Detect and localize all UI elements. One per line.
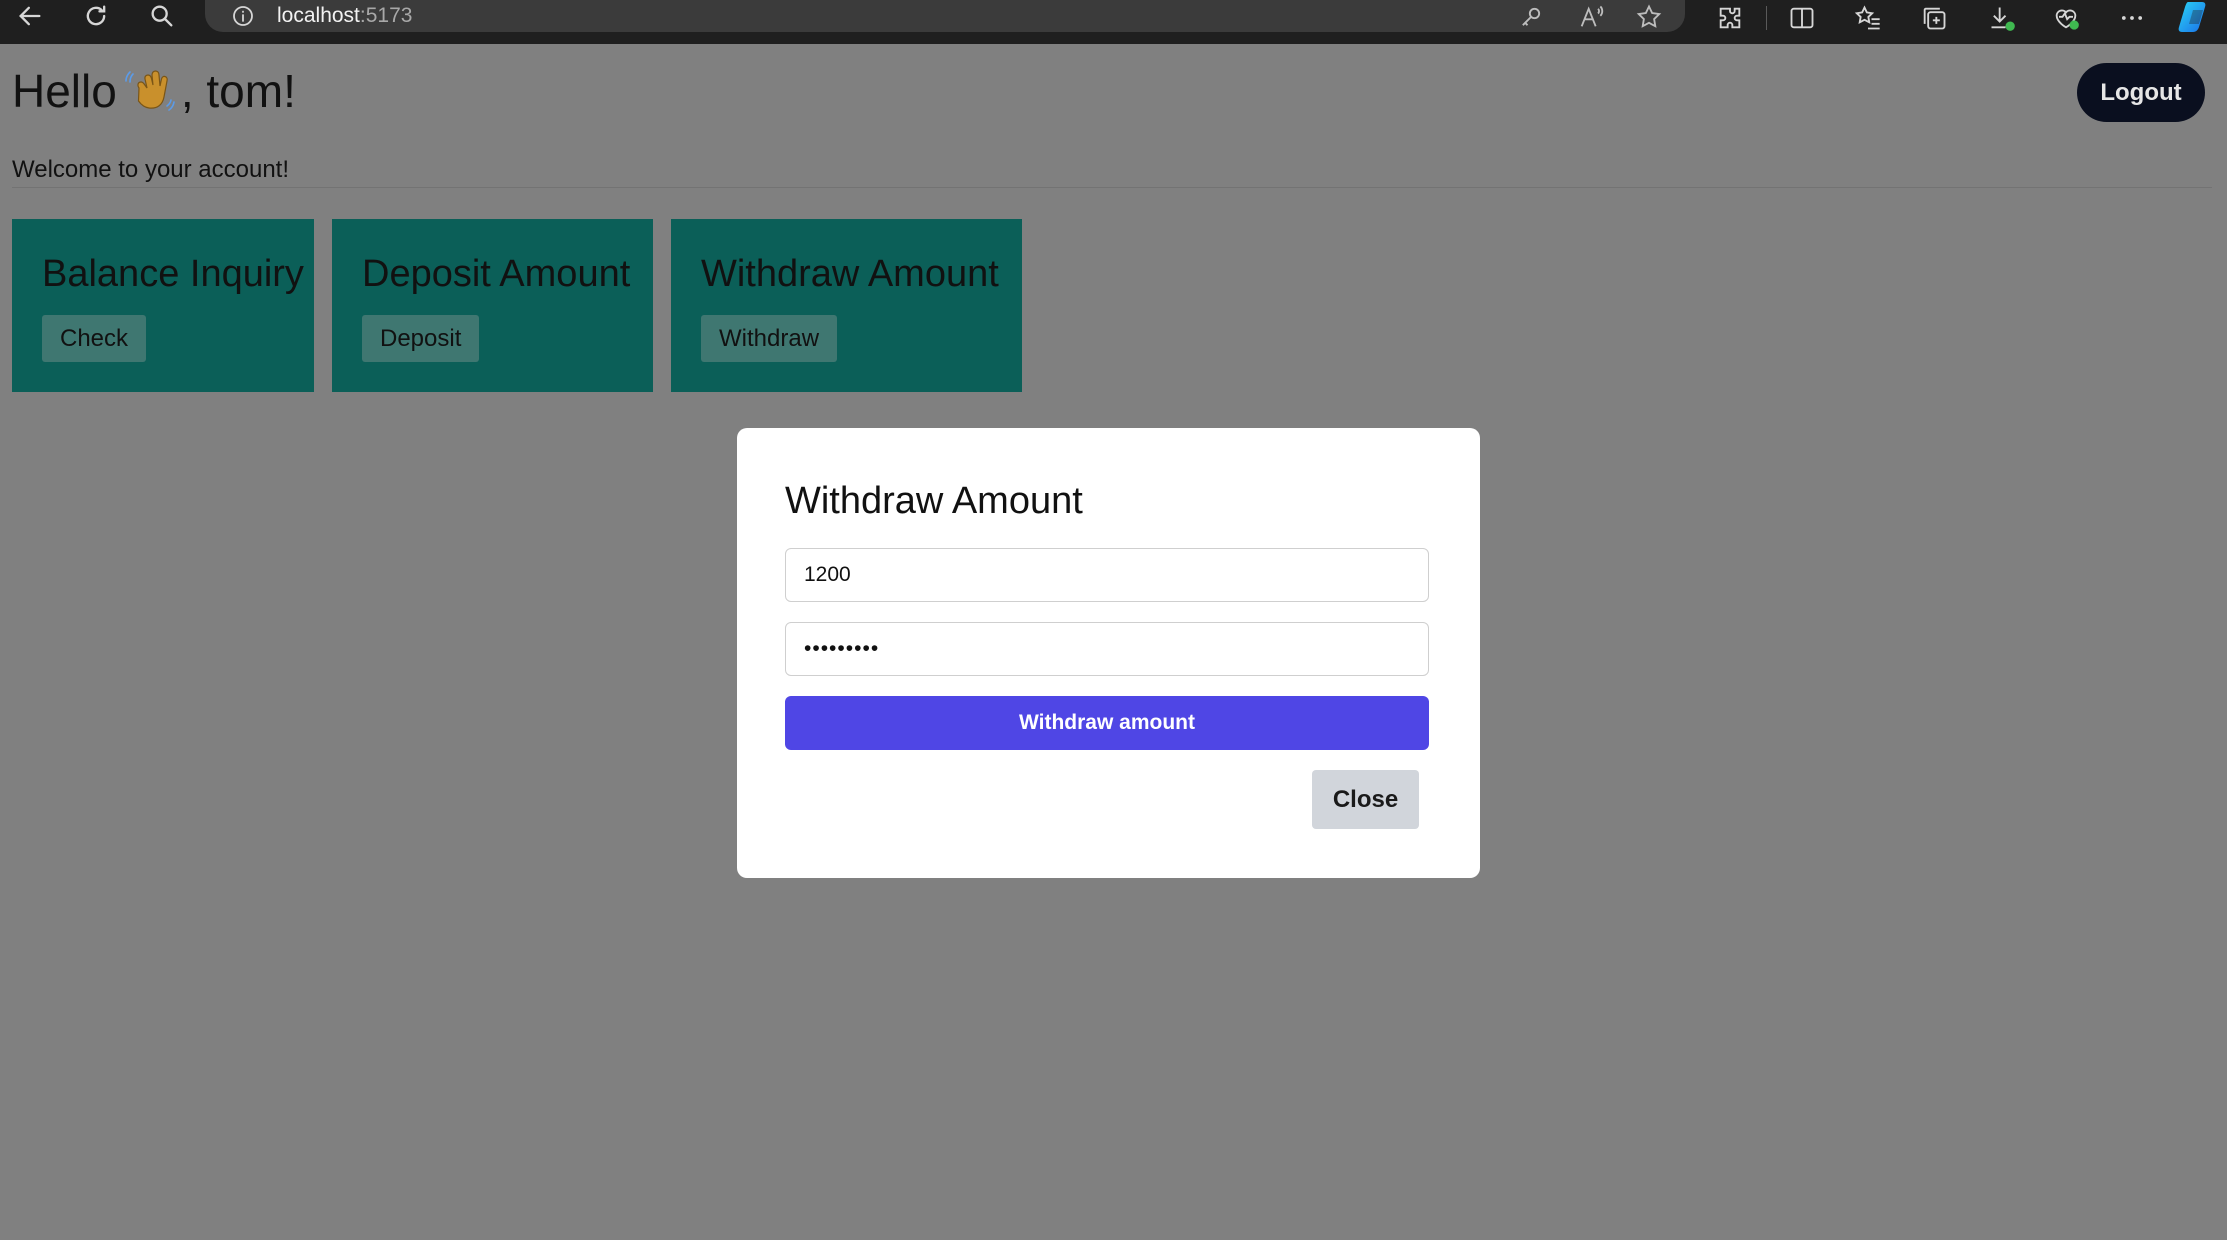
password-input[interactable]: •••••••••: [785, 622, 1429, 676]
card-title: Withdraw Amount: [701, 253, 999, 295]
copilot-icon[interactable]: [2178, 0, 2214, 34]
greeting-prefix: Hello: [12, 65, 117, 117]
browser-toolbar: localhost:5173: [0, 0, 2227, 44]
key-icon[interactable]: [1517, 3, 1545, 31]
url-text[interactable]: localhost:5173: [277, 4, 412, 28]
address-bar[interactable]: localhost:5173: [205, 0, 1685, 32]
star-icon[interactable]: [1635, 3, 1663, 31]
card-title: Deposit Amount: [362, 253, 631, 295]
waving-hand-icon: [125, 66, 175, 116]
toolbar-divider: [1766, 6, 1767, 30]
info-icon[interactable]: [231, 4, 255, 28]
collections-icon[interactable]: [1918, 2, 1950, 34]
deposit-amount-card: Deposit Amount Deposit: [332, 219, 653, 392]
more-options-icon[interactable]: [2116, 2, 2148, 34]
card-title: Balance Inquiry: [42, 253, 304, 295]
withdraw-button[interactable]: Withdraw: [701, 315, 838, 362]
welcome-text: Welcome to your account!: [12, 156, 290, 183]
back-arrow-icon[interactable]: [10, 0, 50, 32]
extensions-icon[interactable]: [1714, 2, 1746, 34]
logout-button[interactable]: Logout: [2077, 63, 2205, 122]
withdraw-amount-button[interactable]: Withdraw amount: [785, 696, 1429, 750]
divider: [12, 187, 2212, 188]
withdraw-modal: Withdraw Amount 1200 ••••••••• Withdraw …: [737, 428, 1480, 878]
refresh-icon[interactable]: [76, 0, 116, 32]
read-aloud-icon[interactable]: [1577, 3, 1605, 31]
balance-inquiry-card: Balance Inquiry Check: [12, 219, 314, 392]
search-icon[interactable]: [142, 0, 182, 32]
withdraw-amount-card: Withdraw Amount Withdraw: [671, 219, 1022, 392]
amount-input[interactable]: 1200: [785, 548, 1429, 602]
split-screen-icon[interactable]: [1786, 2, 1818, 34]
greeting-suffix: , tom!: [180, 65, 296, 117]
url-host: localhost: [277, 4, 360, 27]
close-button[interactable]: Close: [1312, 770, 1419, 829]
downloads-icon[interactable]: [1986, 2, 2018, 34]
check-button[interactable]: Check: [42, 315, 147, 362]
greeting-heading: Hello , tom!: [12, 64, 296, 118]
deposit-button[interactable]: Deposit: [362, 315, 480, 362]
favorites-icon[interactable]: [1852, 2, 1884, 34]
url-port: :5173: [359, 4, 413, 27]
browser-essentials-icon[interactable]: [2050, 2, 2082, 34]
modal-title: Withdraw Amount: [785, 480, 1083, 522]
